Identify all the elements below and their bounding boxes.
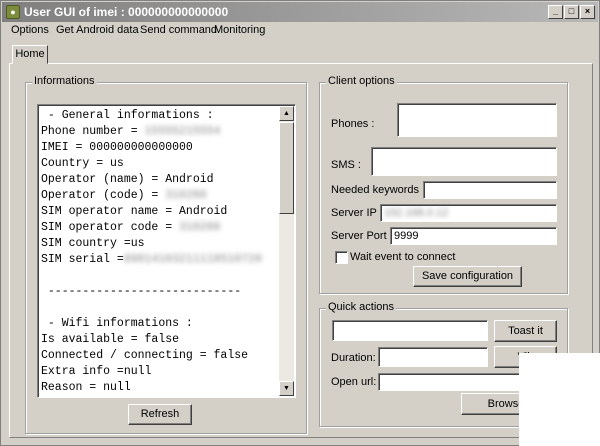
duration-label: Duration: xyxy=(331,352,376,364)
informations-legend: Informations xyxy=(32,75,97,87)
info-line: - General informations : xyxy=(41,109,214,122)
redacted-phone-number: 15555215554 xyxy=(144,125,221,138)
redacted-sim-serial: 89014103211118510720 xyxy=(123,253,262,266)
window-title: User GUI of imei : 000000000000000 xyxy=(24,5,229,19)
info-line: Operator (code) = 310260 xyxy=(41,188,278,204)
home-tab-page: Informations - General informations : Ph… xyxy=(9,63,593,438)
sms-field[interactable] xyxy=(371,147,557,176)
menu-bar: Options Get Android data Send command Mo… xyxy=(2,22,598,40)
info-line: Connected / connecting = false xyxy=(41,349,249,362)
toast-message-field[interactable] xyxy=(332,320,488,341)
save-configuration-button[interactable]: Save configuration xyxy=(413,266,522,287)
toast-it-button[interactable]: Toast it xyxy=(494,320,557,342)
scrollbar-thumb[interactable] xyxy=(279,122,294,214)
phones-field[interactable] xyxy=(397,103,557,137)
client-options-legend: Client options xyxy=(326,75,397,87)
sms-label: SMS : xyxy=(331,159,361,171)
refresh-button[interactable]: Refresh xyxy=(128,404,192,425)
server-port-label: Server Port : xyxy=(331,230,393,242)
title-bar: ● User GUI of imei : 000000000000000 _ □… xyxy=(2,2,598,22)
scroll-down-arrow-icon[interactable]: ▼ xyxy=(279,381,294,396)
info-line-text: SIM operator code = xyxy=(41,221,180,234)
info-line: IMEI = 000000000000000 xyxy=(41,141,193,154)
info-line: SIM serial =89014103211118510720 xyxy=(41,252,278,268)
info-line: Operator (name) = Android xyxy=(41,173,214,186)
informations-group: Informations - General informations : Ph… xyxy=(25,75,307,434)
menu-send-command[interactable]: Send command xyxy=(140,24,217,36)
informations-text-area[interactable]: - General informations : Phone number = … xyxy=(37,104,296,398)
server-ip-field[interactable]: 192.168.0.12 xyxy=(380,204,557,222)
info-line-text: SIM serial = xyxy=(41,253,124,266)
menu-options[interactable]: Options xyxy=(11,24,49,36)
menu-monitoring[interactable]: Monitoring xyxy=(214,24,265,36)
needed-keywords-label: Needed keywords : xyxy=(331,184,426,196)
info-line xyxy=(41,268,278,284)
main-window: ● User GUI of imei : 000000000000000 _ □… xyxy=(0,0,600,446)
info-line: SIM operator code = 310260 xyxy=(41,220,278,236)
info-line: Phone number = 15555215554 xyxy=(41,124,278,140)
server-port-field[interactable]: 9999 xyxy=(390,227,557,245)
minimize-button[interactable]: _ xyxy=(548,5,563,19)
redacted-operator-code: 310260 xyxy=(165,189,207,202)
wait-event-label: Wait event to connect xyxy=(350,251,456,263)
white-overlay xyxy=(519,353,600,446)
scroll-up-arrow-icon[interactable]: ▲ xyxy=(279,106,294,121)
info-line: - Wifi informations : xyxy=(41,317,193,330)
info-line: Reason = null xyxy=(41,381,131,394)
server-ip-value: 192.168.0.12 xyxy=(384,207,449,219)
info-line: ---------------------------- xyxy=(41,285,242,298)
maximize-button[interactable]: □ xyxy=(564,5,579,19)
close-button[interactable]: × xyxy=(580,5,595,19)
quick-actions-legend: Quick actions xyxy=(326,301,397,313)
info-line: SIM country =us xyxy=(41,237,145,250)
client-options-group: Client options Phones : SMS : Needed key… xyxy=(319,75,568,294)
needed-keywords-field[interactable] xyxy=(423,181,557,199)
info-line xyxy=(41,300,278,316)
phones-label: Phones : xyxy=(331,118,375,130)
info-line-text: Operator (code) = xyxy=(41,189,166,202)
duration-field[interactable] xyxy=(378,347,488,367)
info-line: Extra info =null xyxy=(41,365,152,378)
tab-home[interactable]: Home xyxy=(12,45,48,64)
info-line-text: Phone number = xyxy=(41,125,145,138)
open-url-label: Open url: xyxy=(331,376,377,388)
informations-content: - General informations : Phone number = … xyxy=(41,108,278,395)
android-app-icon: ● xyxy=(6,5,20,19)
menu-get-android-data[interactable]: Get Android data xyxy=(56,24,139,36)
info-line: Country = us xyxy=(41,157,124,170)
redacted-sim-operator-code: 310260 xyxy=(179,221,221,234)
informations-scrollbar[interactable]: ▲ ▼ xyxy=(279,106,294,396)
server-ip-label: Server IP : xyxy=(331,207,383,219)
wait-event-checkbox[interactable] xyxy=(335,251,348,264)
info-line: Is available = false xyxy=(41,333,180,346)
info-line: SIM operator name = Android xyxy=(41,205,228,218)
